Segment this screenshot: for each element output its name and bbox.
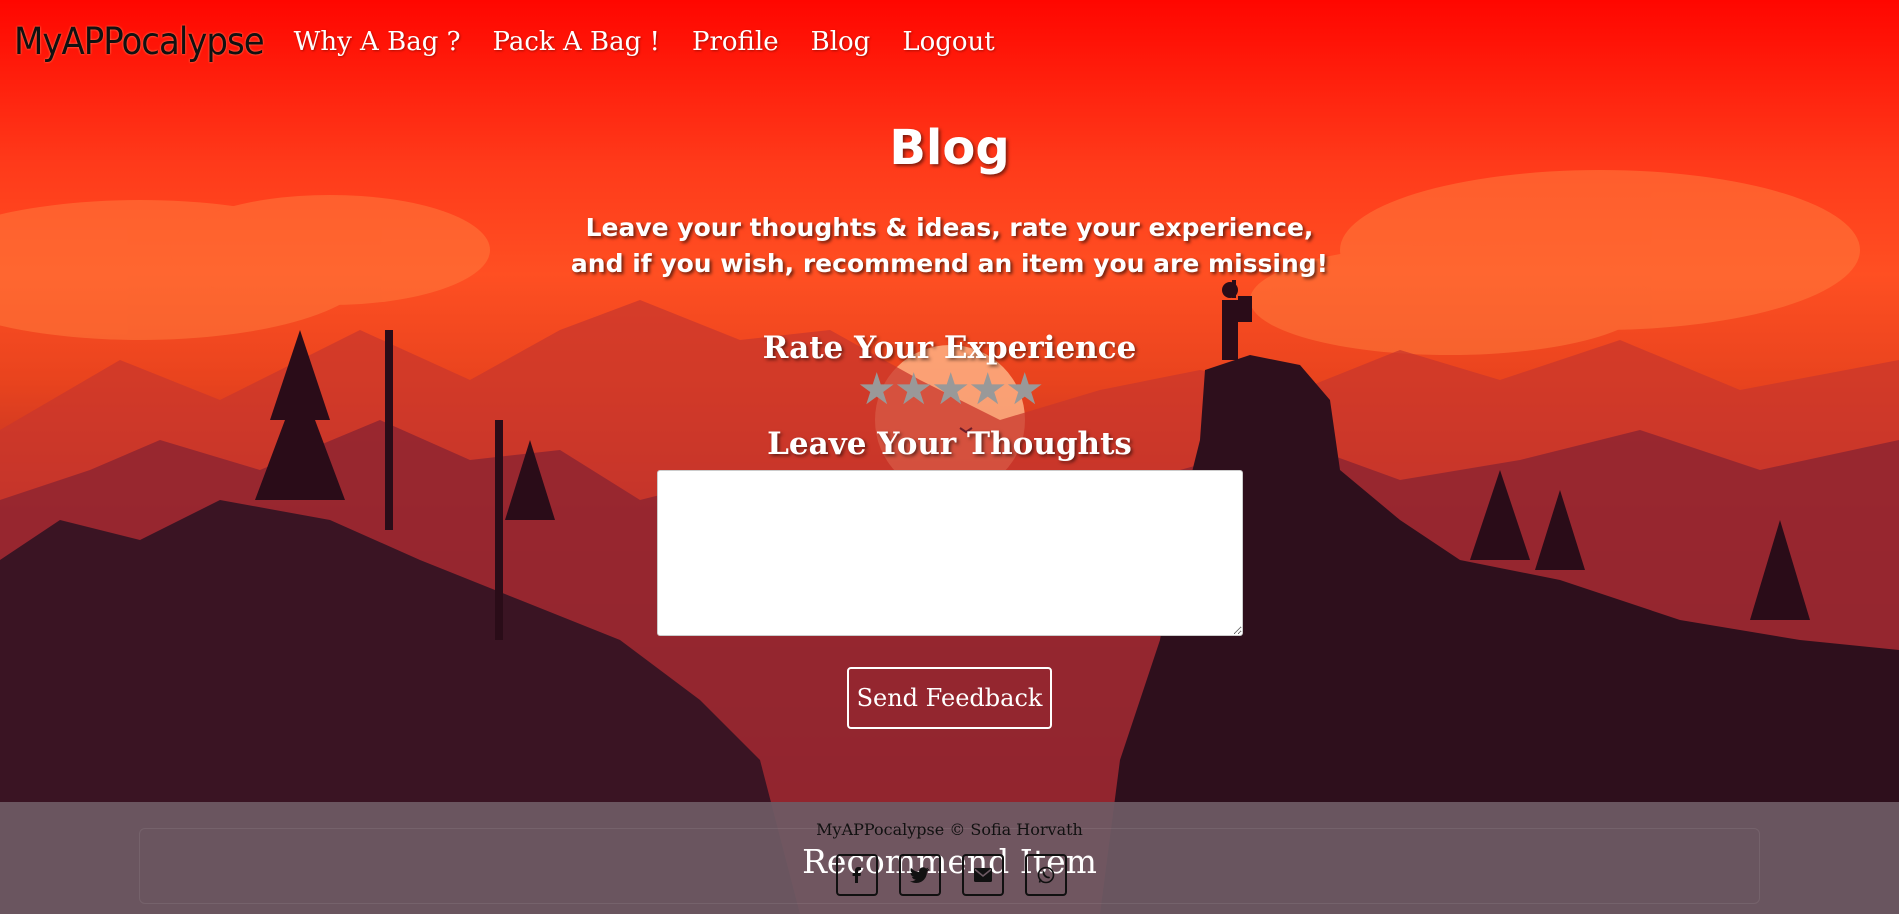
nav-link-profile[interactable]: Profile xyxy=(692,27,779,57)
star-2-icon[interactable]: ★ xyxy=(894,368,933,412)
brand-logo[interactable]: MyAPPocalypse xyxy=(14,20,265,64)
leave-thoughts-heading: Leave Your Thoughts xyxy=(767,426,1132,462)
intro-line-1: Leave your thoughts & ideas, rate your e… xyxy=(585,213,1314,242)
nav-link-blog[interactable]: Blog xyxy=(811,27,871,57)
intro-line-2: and if you wish, recommend an item you a… xyxy=(570,249,1329,278)
page-title: Blog xyxy=(889,120,1010,176)
thoughts-textarea[interactable] xyxy=(656,470,1243,636)
star-5-icon[interactable]: ★ xyxy=(1005,368,1044,412)
star-1-icon[interactable]: ★ xyxy=(857,368,896,412)
rate-experience-heading: Rate Your Experience xyxy=(762,330,1137,366)
star-3-icon[interactable]: ★ xyxy=(931,368,970,412)
mail-icon[interactable] xyxy=(962,854,1004,896)
nav-link-why-a-bag[interactable]: Why A Bag ? xyxy=(294,27,461,57)
star-4-icon[interactable]: ★ xyxy=(968,368,1007,412)
twitter-icon[interactable] xyxy=(899,854,941,896)
copyright-text: MyAPPocalypse © Sofia Horvath xyxy=(816,820,1083,839)
star-rating: ★ ★ ★ ★ ★ xyxy=(0,368,1899,412)
page-footer: MyAPPocalypse © Sofia Horvath Recommend … xyxy=(0,802,1899,914)
top-navbar: MyAPPocalypse Why A Bag ? Pack A Bag ! P… xyxy=(0,0,1899,84)
blog-intro: Leave your thoughts & ideas, rate your e… xyxy=(0,210,1899,282)
whatsapp-icon[interactable] xyxy=(1025,854,1067,896)
blog-main: Blog Leave your thoughts & ideas, rate y… xyxy=(0,120,1899,729)
nav-link-logout[interactable]: Logout xyxy=(902,27,994,57)
nav-link-pack-a-bag[interactable]: Pack A Bag ! xyxy=(493,27,660,57)
social-links xyxy=(836,854,1067,896)
send-feedback-button[interactable]: Send Feedback xyxy=(847,667,1052,729)
facebook-icon[interactable] xyxy=(836,854,878,896)
